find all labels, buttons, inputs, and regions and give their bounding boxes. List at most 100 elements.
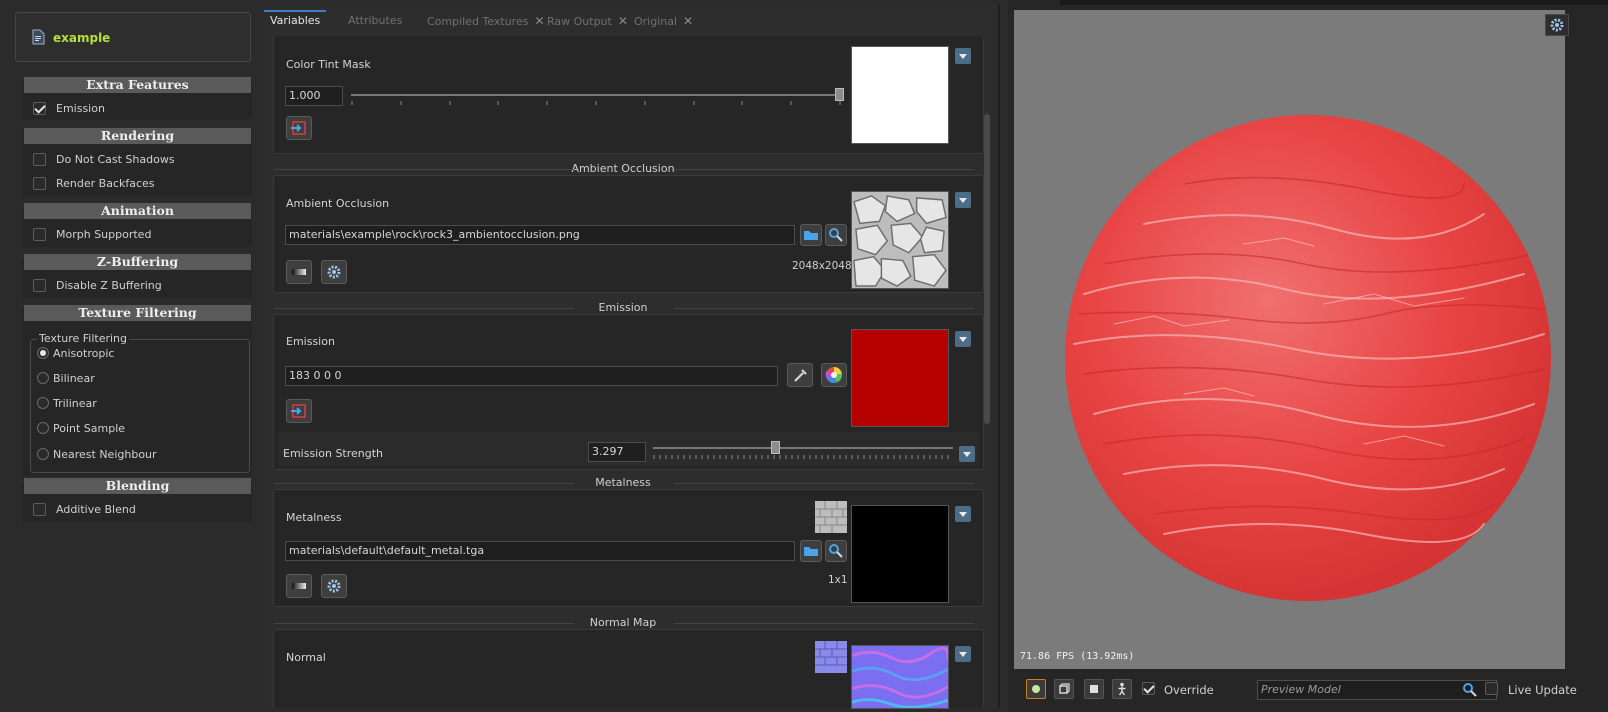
emission-checkbox-row[interactable]: Emission (33, 99, 105, 117)
color-wheel-icon (825, 366, 843, 384)
preview-bottom-toolbar: Override Preview Model Live Update (1014, 676, 1608, 706)
gradient-icon (292, 269, 306, 275)
point-sample-radio[interactable] (37, 422, 49, 434)
inspect-button[interactable] (825, 224, 847, 246)
model-preview-viewport[interactable]: 71.86 FPS (13.92ms) (1014, 10, 1565, 669)
additive-blend-checkbox[interactable] (33, 502, 46, 516)
close-icon[interactable]: ✕ (683, 14, 693, 28)
material-settings-panel: example Extra Features Emission Renderin… (8, 4, 259, 708)
do-not-cast-shadows-row[interactable]: Do Not Cast Shadows (33, 150, 175, 168)
emission-checkbox[interactable] (33, 101, 46, 115)
inspect-button[interactable] (825, 540, 847, 562)
preview-toolbar-strip (1060, 0, 1608, 5)
link-button[interactable] (286, 116, 312, 140)
tab-attributes[interactable]: Attributes (348, 10, 402, 32)
tab-variables[interactable]: Variables (264, 10, 327, 32)
color-wheel-button[interactable] (821, 363, 847, 387)
plane-model-button[interactable] (1084, 679, 1104, 699)
emission-link-button[interactable] (286, 399, 312, 423)
morph-supported-row[interactable]: Morph Supported (33, 225, 151, 243)
cube-model-button[interactable] (1054, 679, 1074, 699)
live-update-checkbox[interactable] (1485, 682, 1498, 695)
gradient-button[interactable] (286, 260, 312, 284)
tab-raw-output[interactable]: Raw Output ✕ (547, 10, 628, 32)
bilinear-radio[interactable] (37, 372, 49, 384)
do-not-cast-shadows-checkbox[interactable] (33, 152, 46, 166)
ambient-occlusion-texture-preview[interactable] (851, 191, 949, 289)
emission-checkbox-label: Emission (56, 101, 105, 115)
emission-dropdown-icon[interactable] (955, 331, 971, 347)
filter-option-trilinear[interactable]: Trilinear (37, 394, 97, 412)
filter-option-nearest-neighbour[interactable]: Nearest Neighbour (37, 445, 157, 463)
tab-raw-output-label: Raw Output (547, 15, 612, 28)
emission-color-field[interactable]: 183 0 0 0 (285, 366, 778, 386)
filter-option-point-sample[interactable]: Point Sample (37, 419, 125, 437)
nearest-neighbour-label: Nearest Neighbour (53, 447, 157, 461)
preview-search-button[interactable] (1460, 680, 1480, 700)
normal-dropdown-icon[interactable] (955, 646, 971, 662)
override-checkbox[interactable] (1142, 682, 1155, 695)
settings-button[interactable] (321, 574, 347, 598)
filter-option-bilinear[interactable]: Bilinear (37, 369, 95, 387)
do-not-cast-shadows-label: Do Not Cast Shadows (56, 152, 175, 166)
render-backfaces-checkbox[interactable] (33, 176, 46, 190)
ambient-occlusion-resolution: 2048x2048 (792, 260, 852, 272)
render-backfaces-row[interactable]: Render Backfaces (33, 174, 155, 192)
viewport-settings-button[interactable] (1545, 14, 1569, 36)
normal-map-group-label: Normal Map (589, 616, 657, 629)
blending-header[interactable]: Blending (24, 478, 251, 494)
browse-button[interactable] (800, 224, 822, 246)
sphere-model-button[interactable] (1026, 679, 1046, 699)
animation-header[interactable]: Animation (24, 203, 251, 219)
close-icon[interactable]: ✕ (618, 14, 628, 28)
ambient-occlusion-path-field[interactable]: materials\example\rock\rock3_ambientoccl… (285, 225, 795, 245)
person-icon (1118, 682, 1126, 696)
anisotropic-radio[interactable] (37, 347, 49, 359)
emission-strength-slider-handle[interactable] (771, 441, 780, 454)
close-icon[interactable]: ✕ (534, 14, 544, 28)
color-tint-mask-swatch[interactable] (851, 46, 949, 144)
emission-color-swatch[interactable] (851, 329, 949, 427)
sphere-icon (1032, 685, 1040, 693)
rendering-header[interactable]: Rendering (24, 128, 251, 144)
magnifier-icon (829, 228, 843, 242)
settings-button[interactable] (321, 260, 347, 284)
color-tint-mask-card: Color Tint Mask 1.000 (273, 36, 984, 154)
filter-option-anisotropic[interactable]: Anisotropic (37, 344, 114, 362)
normal-thumbnail (815, 641, 847, 673)
color-tint-mask-dropdown-icon[interactable] (955, 48, 971, 64)
gradient-button[interactable] (286, 574, 312, 598)
disable-z-buffering-row[interactable]: Disable Z Buffering (33, 276, 162, 294)
nearest-neighbour-radio[interactable] (37, 448, 49, 460)
eyedropper-icon (794, 369, 807, 382)
browse-button[interactable] (800, 540, 822, 562)
tab-compiled-textures[interactable]: Compiled Textures ✕ (427, 10, 545, 32)
gradient-icon (292, 583, 306, 589)
color-tint-mask-value[interactable]: 1.000 (285, 86, 343, 106)
metalness-card: Metalness materials\default\default_meta… (273, 489, 984, 607)
character-model-button[interactable] (1112, 679, 1132, 699)
tab-original[interactable]: Original ✕ (634, 10, 693, 32)
file-icon (32, 29, 45, 45)
trilinear-radio[interactable] (37, 397, 49, 409)
vertical-scrollbar[interactable] (984, 114, 990, 424)
emission-strength-dropdown-icon[interactable] (959, 446, 975, 462)
eyedropper-button[interactable] (787, 363, 813, 387)
bilinear-label: Bilinear (53, 371, 95, 385)
emission-strength-value[interactable]: 3.297 (588, 442, 646, 462)
texture-filtering-header[interactable]: Texture Filtering (24, 305, 251, 321)
metalness-path-field[interactable]: materials\default\default_metal.tga (285, 541, 795, 561)
ambient-occlusion-dropdown-icon[interactable] (955, 192, 971, 208)
extra-features-header[interactable]: Extra Features (24, 77, 251, 93)
color-tint-mask-slider[interactable] (351, 94, 841, 96)
metalness-swatch[interactable] (851, 505, 949, 603)
color-tint-mask-slider-handle[interactable] (835, 88, 844, 101)
disable-z-buffering-checkbox[interactable] (33, 278, 46, 292)
normal-texture-preview[interactable] (851, 645, 949, 709)
emission-strength-slider[interactable] (653, 447, 953, 449)
morph-supported-checkbox[interactable] (33, 227, 46, 241)
additive-blend-row[interactable]: Additive Blend (33, 500, 136, 518)
zbuffering-header[interactable]: Z-Buffering (24, 254, 251, 270)
material-file-box[interactable]: example (15, 12, 251, 62)
metalness-dropdown-icon[interactable] (955, 506, 971, 522)
